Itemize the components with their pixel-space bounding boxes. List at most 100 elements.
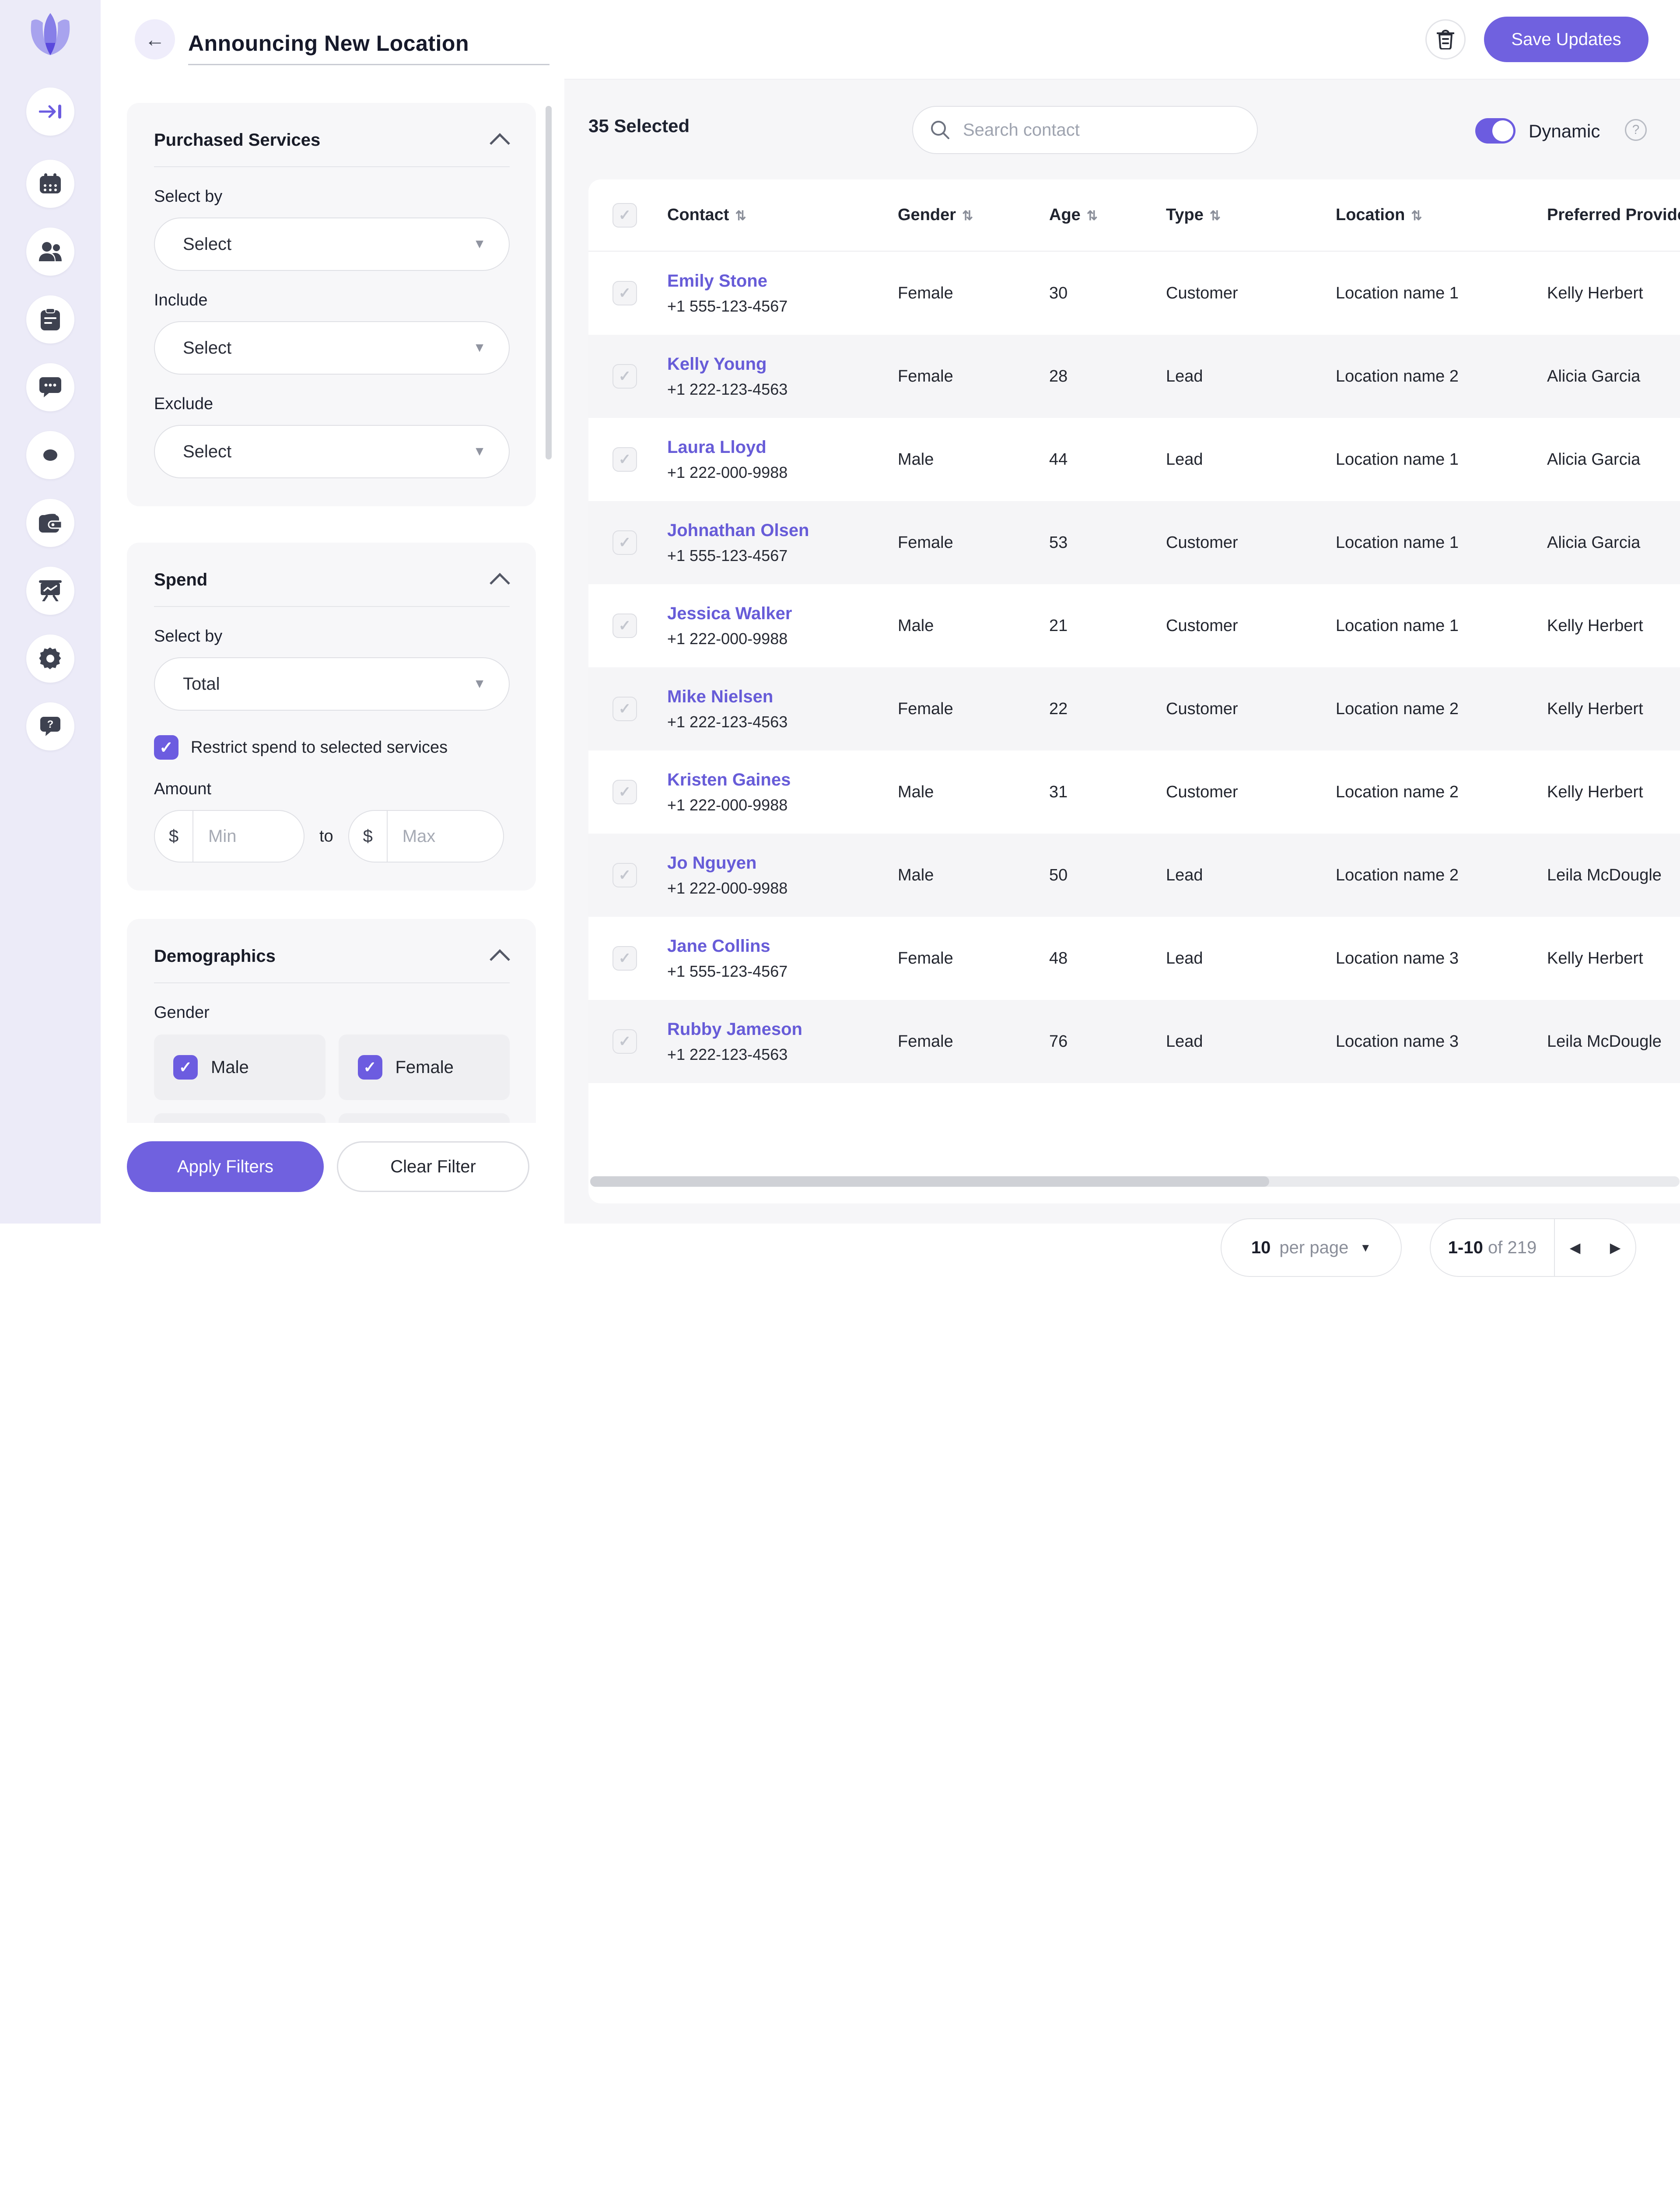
row-checkbox[interactable]: ✓ <box>612 697 637 721</box>
restrict-spend-checkbox[interactable]: ✓ <box>154 735 178 760</box>
next-page-button[interactable]: ▶ <box>1595 1239 1635 1256</box>
table-row[interactable]: ✓ Jo Nguyen +1 222-000-9988 Male 50 Lead… <box>588 834 1680 917</box>
dynamic-toggle[interactable] <box>1475 118 1516 144</box>
sidebar-item-clipboard[interactable] <box>26 295 74 344</box>
table-row[interactable]: ✓ Laura Lloyd +1 222-000-9988 Male 44 Le… <box>588 418 1680 501</box>
table-row[interactable]: ✓ Jessica Walker +1 222-000-9988 Male 21… <box>588 584 1680 667</box>
select-by-dropdown[interactable]: Select ▼ <box>154 217 510 271</box>
contact-name-link[interactable]: Laura Lloyd <box>667 438 898 457</box>
column-header-gender[interactable]: Gender⇅ <box>898 206 1049 224</box>
contact-name-link[interactable]: Kelly Young <box>667 354 898 374</box>
sidebar-item-presentation[interactable] <box>26 567 74 615</box>
sort-icon[interactable]: ⇅ <box>1210 209 1221 223</box>
row-checkbox[interactable]: ✓ <box>612 863 637 887</box>
gender-option-tile[interactable]: ✓ Male <box>154 1034 326 1100</box>
gender-cell: Female <box>898 949 1049 968</box>
collapse-chevron-icon[interactable] <box>490 949 510 970</box>
app-logo-lotus-icon <box>23 13 78 59</box>
contact-phone: +1 555-123-4567 <box>667 962 898 981</box>
wallet-icon <box>39 513 62 533</box>
age-cell: 48 <box>1049 949 1166 968</box>
table-row[interactable]: ✓ Kelly Young +1 222-123-4563 Female 28 … <box>588 335 1680 418</box>
contact-phone: +1 555-123-4567 <box>667 297 898 316</box>
sort-icon[interactable]: ⇅ <box>735 209 746 223</box>
contact-name-link[interactable]: Rubby Jameson <box>667 1020 898 1039</box>
column-header-type[interactable]: Type⇅ <box>1166 206 1336 224</box>
filter-vertical-scrollbar[interactable] <box>546 106 552 459</box>
sort-icon[interactable]: ⇅ <box>1411 209 1422 223</box>
exclude-dropdown[interactable]: Select ▼ <box>154 425 510 478</box>
column-header-contact[interactable]: Contact⇅ <box>667 206 898 224</box>
gender-checkbox[interactable]: ✓ <box>358 1055 382 1080</box>
table-row[interactable]: ✓ Johnathan Olsen +1 555-123-4567 Female… <box>588 501 1680 584</box>
gender-checkbox[interactable]: ✓ <box>173 1055 198 1080</box>
sidebar-item-settings[interactable] <box>26 635 74 683</box>
table-row[interactable]: ✓ Rubby Jameson +1 222-123-4563 Female 7… <box>588 1000 1680 1083</box>
sidebar-item-calendar[interactable] <box>26 160 74 208</box>
sidebar-item-chat[interactable] <box>26 363 74 411</box>
contact-name-link[interactable]: Jo Nguyen <box>667 853 898 873</box>
help-bubble-icon: ? <box>40 717 60 736</box>
location-cell: Location name 2 <box>1336 367 1547 386</box>
contact-name-link[interactable]: Jane Collins <box>667 936 898 956</box>
sidebar-item-help[interactable]: ? <box>26 702 74 750</box>
collapse-chevron-icon[interactable] <box>490 573 510 593</box>
help-icon[interactable]: ? <box>1625 119 1647 141</box>
contact-name-link[interactable]: Emily Stone <box>667 271 898 291</box>
clear-filter-button[interactable]: Clear Filter <box>337 1141 529 1192</box>
location-cell: Location name 2 <box>1336 783 1547 802</box>
table-row[interactable]: ✓ Kristen Gaines +1 222-000-9988 Male 31… <box>588 750 1680 834</box>
sort-icon[interactable]: ⇅ <box>1087 209 1098 223</box>
row-checkbox[interactable]: ✓ <box>612 946 637 971</box>
search-input[interactable] <box>962 120 1244 140</box>
gender-option-tile[interactable]: ✓ Female <box>339 1034 510 1100</box>
include-dropdown[interactable]: Select ▼ <box>154 321 510 375</box>
row-checkbox[interactable]: ✓ <box>612 1029 637 1054</box>
contact-name-link[interactable]: Jessica Walker <box>667 604 898 624</box>
per-page-dropdown[interactable]: 10 per page ▼ <box>1221 1218 1402 1277</box>
contact-phone: +1 222-123-4563 <box>667 380 898 399</box>
row-checkbox[interactable]: ✓ <box>612 614 637 638</box>
age-cell: 76 <box>1049 1032 1166 1051</box>
sidebar-item-wallet[interactable] <box>26 499 74 547</box>
back-button[interactable]: ← <box>135 19 175 60</box>
contact-name-link[interactable]: Mike Nielsen <box>667 687 898 707</box>
row-checkbox[interactable]: ✓ <box>612 530 637 555</box>
row-checkbox[interactable]: ✓ <box>612 281 637 305</box>
save-updates-button[interactable]: Save Updates <box>1484 17 1648 62</box>
sidebar-item-contacts[interactable] <box>26 228 74 276</box>
users-icon <box>38 242 63 261</box>
sort-icon[interactable]: ⇅ <box>962 209 973 223</box>
row-checkbox[interactable]: ✓ <box>612 364 637 389</box>
column-header-preferred-provider[interactable]: Preferred Provider⇅ <box>1547 206 1680 224</box>
select-all-checkbox[interactable]: ✓ <box>612 203 637 228</box>
contact-phone: +1 222-000-9988 <box>667 879 898 898</box>
apply-filters-button[interactable]: Apply Filters <box>127 1141 324 1192</box>
row-checkbox[interactable]: ✓ <box>612 780 637 804</box>
table-row[interactable]: ✓ Mike Nielsen +1 222-123-4563 Female 22… <box>588 667 1680 750</box>
column-header-location[interactable]: Location⇅ <box>1336 206 1547 224</box>
purchased-services-title: Purchased Services <box>154 130 320 150</box>
row-checkbox[interactable]: ✓ <box>612 447 637 472</box>
record-dot-icon <box>42 449 58 462</box>
sidebar-item-collapse[interactable] <box>26 88 74 136</box>
restrict-spend-label: Restrict spend to selected services <box>191 738 448 757</box>
delete-button[interactable] <box>1425 19 1466 60</box>
presentation-chart-icon <box>39 580 62 601</box>
provider-cell: Kelly Herbert <box>1547 284 1680 303</box>
max-amount-input[interactable] <box>388 827 490 846</box>
contact-name-link[interactable]: Johnathan Olsen <box>667 521 898 540</box>
table-row[interactable]: ✓ Emily Stone +1 555-123-4567 Female 30 … <box>588 252 1680 335</box>
sidebar-item-record[interactable] <box>26 431 74 479</box>
type-cell: Customer <box>1166 783 1336 802</box>
spend-select-by-dropdown[interactable]: Total ▼ <box>154 657 510 711</box>
previous-page-button[interactable]: ◀ <box>1555 1239 1595 1256</box>
column-header-age[interactable]: Age⇅ <box>1049 206 1166 224</box>
contact-name-link[interactable]: Kristen Gaines <box>667 770 898 790</box>
age-cell: 21 <box>1049 617 1166 635</box>
table-row[interactable]: ✓ Jane Collins +1 555-123-4567 Female 48… <box>588 917 1680 1000</box>
gender-cell: Female <box>898 284 1049 303</box>
table-horizontal-scrollbar-thumb[interactable] <box>590 1176 1269 1187</box>
min-amount-input[interactable] <box>193 827 296 846</box>
collapse-chevron-icon[interactable] <box>490 133 510 154</box>
